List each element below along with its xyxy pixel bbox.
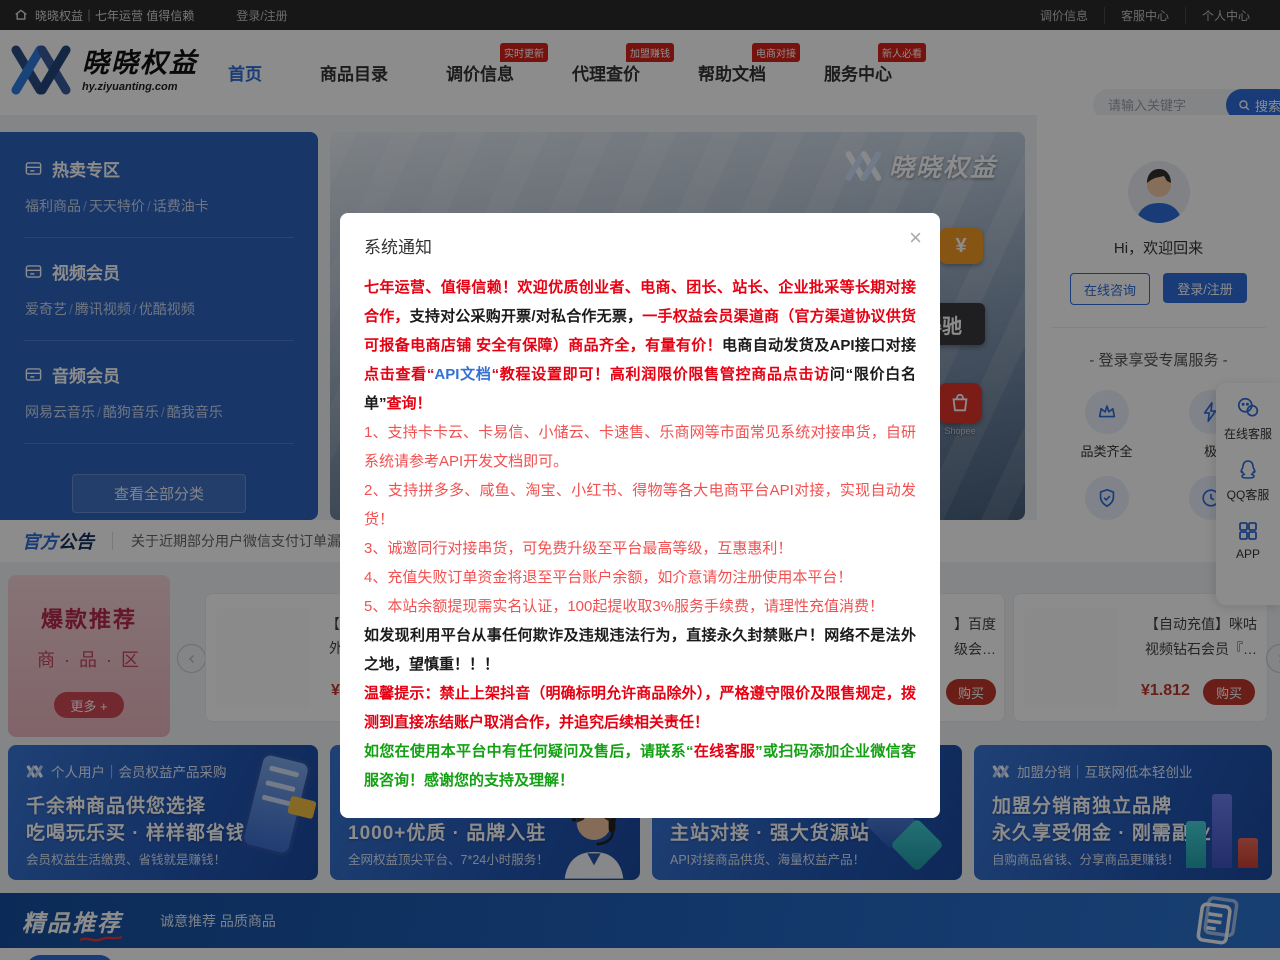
modal-warning-ban: 如发现利用平台从事任何欺诈及违规违法行为，直接永久封禁账户！网络不是法外之地，望… [364, 621, 916, 679]
modal-footer-note: 如您在使用本平台中有任何疑问及售后，请联系“在线客服”或扫码添加企业微信客服咨询… [364, 737, 916, 795]
page: 晓晓权益｜七年运营 值得信赖 登录/注册 调价信息 客服中心 个人中心 晓晓权益… [0, 0, 1280, 960]
system-notice-modal: 系统通知 × 七年运营、值得信赖！欢迎优质创业者、电商、团长、站长、企业批采等长… [340, 213, 940, 818]
modal-warning-tips: 温馨提示：禁止上架抖音（明确标明允许商品除外），严格遵守限价及限售规定，拨测到直… [364, 679, 916, 737]
close-icon[interactable]: × [909, 227, 922, 249]
modal-numbered-list: 1、支持卡卡云、卡易信、小储云、卡速售、乐商网等市面常见系统对接串货，自研系统请… [364, 418, 916, 621]
modal-intro: 七年运营、值得信赖！欢迎优质创业者、电商、团长、站长、企业批采等长期对接合作，支… [364, 273, 916, 418]
modal-body: 七年运营、值得信赖！欢迎优质创业者、电商、团长、站长、企业批采等长期对接合作，支… [364, 273, 916, 795]
modal-title: 系统通知 [364, 233, 916, 258]
